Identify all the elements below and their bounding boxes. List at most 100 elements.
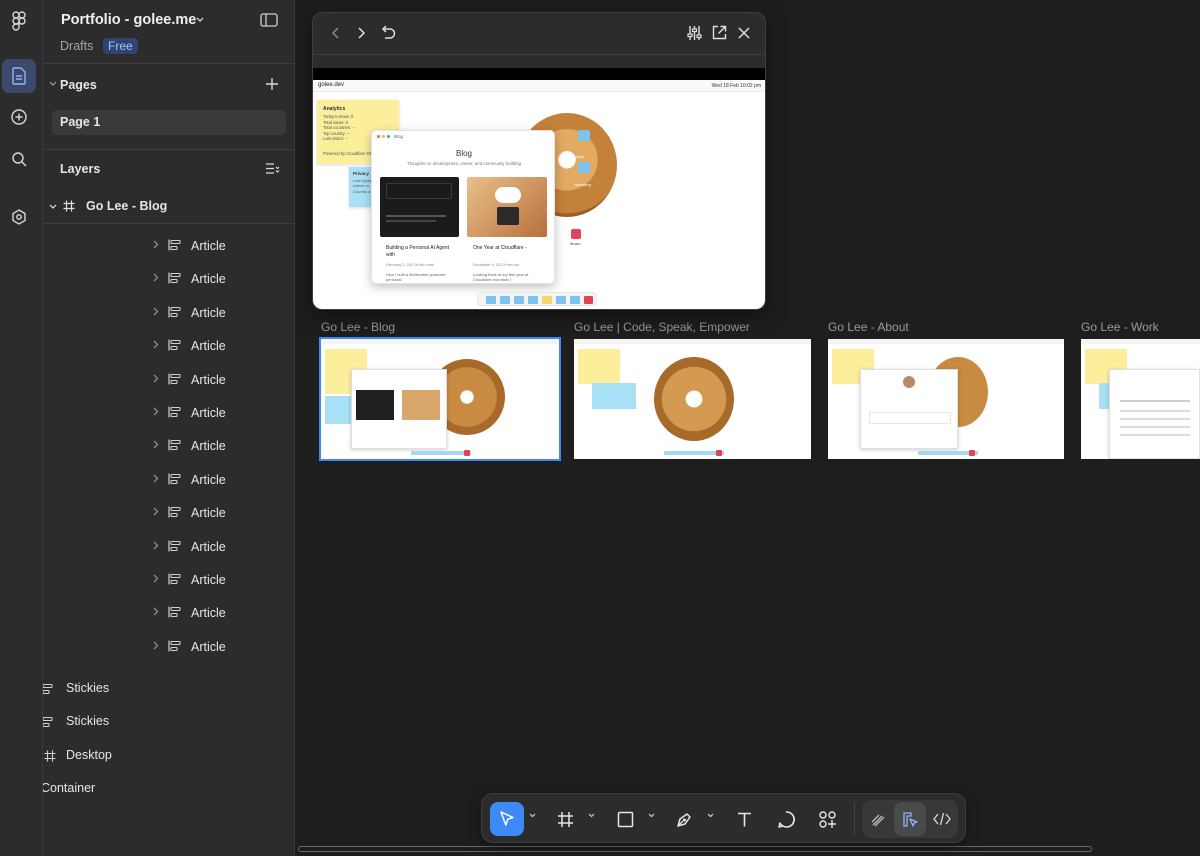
- pen-icon[interactable]: [667, 802, 701, 836]
- chevron-right-icon[interactable]: [153, 607, 159, 616]
- chevron-right-icon[interactable]: [153, 307, 159, 316]
- back-icon[interactable]: [331, 27, 339, 39]
- folder-icon[interactable]: [578, 162, 590, 173]
- search-icon[interactable]: [2, 142, 36, 176]
- layer-label: Article: [191, 506, 226, 521]
- close-icon[interactable]: [738, 27, 750, 39]
- frame-thumbnail-about[interactable]: [828, 339, 1064, 459]
- chevron-right-icon[interactable]: [153, 641, 159, 650]
- restart-icon[interactable]: [380, 25, 396, 40]
- frame-thumbnail-work[interactable]: [1081, 339, 1200, 459]
- layer-row-article[interactable]: Article: [43, 397, 294, 430]
- file-title[interactable]: Portfolio - golee.me: [61, 12, 196, 28]
- figma-logo-icon[interactable]: [2, 4, 36, 38]
- chevron-right-icon[interactable]: [153, 541, 159, 550]
- mode-switcher: [862, 800, 958, 838]
- layer-row-article[interactable]: Article: [43, 564, 294, 597]
- chevron-down-icon[interactable]: [196, 17, 204, 23]
- chevron-right-icon[interactable]: [153, 507, 159, 516]
- post-title[interactable]: Building a Personal AI Agent with: [386, 245, 454, 259]
- post-title[interactable]: One Year at Cloudflare -: [473, 245, 527, 252]
- layer-row-container[interactable]: Container: [43, 773, 294, 806]
- comment-icon[interactable]: [769, 802, 803, 836]
- root-chevron-icon[interactable]: [49, 204, 57, 210]
- add-page-icon[interactable]: [265, 77, 279, 91]
- layer-label: Desktop: [66, 747, 112, 762]
- layer-row-article[interactable]: Article: [43, 230, 294, 263]
- frame-title[interactable]: Go Lee - About: [828, 320, 909, 334]
- layer-row-article[interactable]: Article: [43, 531, 294, 564]
- post-image-cloudflare[interactable]: [467, 177, 547, 237]
- page-item[interactable]: Page 1: [52, 110, 286, 135]
- draw-icon[interactable]: [862, 802, 894, 836]
- dock-folder-icon[interactable]: [556, 296, 566, 304]
- frame-title[interactable]: Go Lee | Code, Speak, Empower: [574, 320, 750, 334]
- chevron-down-icon[interactable]: [588, 813, 595, 818]
- layer-row-desktop[interactable]: Desktop: [43, 740, 294, 773]
- forward-icon[interactable]: [358, 27, 366, 39]
- blog-window[interactable]: Blog Blog Thoughts on development, caree…: [371, 130, 555, 284]
- divider: [854, 802, 855, 836]
- root-layer-label[interactable]: Go Lee - Blog: [86, 199, 167, 213]
- layer-row-article[interactable]: Article: [43, 430, 294, 463]
- auto-layout-icon: [43, 716, 53, 728]
- actions-icon[interactable]: [810, 802, 844, 836]
- left-rail: [0, 0, 43, 856]
- frame-thumbnail-home[interactable]: [574, 339, 811, 459]
- layer-row-stickies[interactable]: Stickies: [43, 673, 294, 706]
- folder-icon[interactable]: [578, 130, 590, 141]
- dock-note-icon[interactable]: [542, 296, 552, 304]
- post-image-dark[interactable]: [380, 177, 459, 237]
- prototype-preview-window[interactable]: golee.dev Wed 18 Feb 10:02 pm Analytics …: [312, 12, 766, 310]
- layer-row-article[interactable]: Article: [43, 330, 294, 363]
- pages-chevron-icon[interactable]: [49, 81, 57, 87]
- layer-row-article[interactable]: Article: [43, 631, 294, 664]
- frame-title[interactable]: Go Lee - Blog: [321, 320, 395, 334]
- chevron-right-icon[interactable]: [153, 407, 159, 416]
- chevron-right-icon[interactable]: [153, 474, 159, 483]
- layer-row-article[interactable]: Article: [43, 364, 294, 397]
- dock-folder-icon[interactable]: [570, 296, 580, 304]
- move-icon[interactable]: [490, 802, 524, 836]
- frame-thumbnail-blog[interactable]: [319, 337, 561, 461]
- chevron-right-icon[interactable]: [153, 340, 159, 349]
- layer-row-stickies[interactable]: Stickies: [43, 706, 294, 739]
- chevron-down-icon[interactable]: [529, 813, 536, 818]
- dock-music-icon[interactable]: [584, 296, 593, 304]
- design-icon[interactable]: [894, 802, 926, 836]
- dock-folder-icon[interactable]: [528, 296, 538, 304]
- layers-filter-icon[interactable]: [265, 162, 280, 175]
- layer-row-article[interactable]: Article: [43, 297, 294, 330]
- dev-mode-icon[interactable]: [926, 802, 958, 836]
- dock-folder-icon[interactable]: [514, 296, 524, 304]
- frame-icon[interactable]: [548, 802, 582, 836]
- frame-title[interactable]: Go Lee - Work: [1081, 320, 1159, 334]
- layer-row-article[interactable]: Article: [43, 263, 294, 296]
- analytics-footer: Powered by Cloudflare D1: [323, 151, 372, 156]
- file-icon[interactable]: [2, 59, 36, 93]
- dock-folder-icon[interactable]: [500, 296, 510, 304]
- settings-sliders-icon[interactable]: [687, 25, 702, 41]
- chevron-right-icon[interactable]: [153, 440, 159, 449]
- open-external-icon[interactable]: [712, 25, 727, 40]
- layer-row-article[interactable]: Article: [43, 597, 294, 630]
- music-icon[interactable]: [571, 229, 581, 239]
- layer-label: Article: [191, 639, 226, 654]
- chevron-down-icon[interactable]: [648, 813, 655, 818]
- add-icon[interactable]: [2, 100, 36, 134]
- chevron-right-icon[interactable]: [153, 374, 159, 383]
- layer-row-article[interactable]: Article: [43, 497, 294, 530]
- text-icon[interactable]: [727, 802, 761, 836]
- toggle-sidebar-icon[interactable]: [260, 13, 278, 27]
- chevron-right-icon[interactable]: [153, 273, 159, 282]
- plugins-icon[interactable]: [2, 200, 36, 234]
- file-location[interactable]: Drafts: [60, 39, 93, 53]
- dock-folder-icon[interactable]: [486, 296, 496, 304]
- chevron-right-icon[interactable]: [153, 240, 159, 249]
- chevron-right-icon[interactable]: [153, 574, 159, 583]
- rectangle-icon[interactable]: [608, 802, 642, 836]
- website-preview[interactable]: golee.dev Wed 18 Feb 10:02 pm Analytics …: [313, 80, 765, 309]
- layer-row-article[interactable]: Article: [43, 464, 294, 497]
- chevron-down-icon[interactable]: [707, 813, 714, 818]
- horizontal-scrollbar[interactable]: [298, 846, 1092, 852]
